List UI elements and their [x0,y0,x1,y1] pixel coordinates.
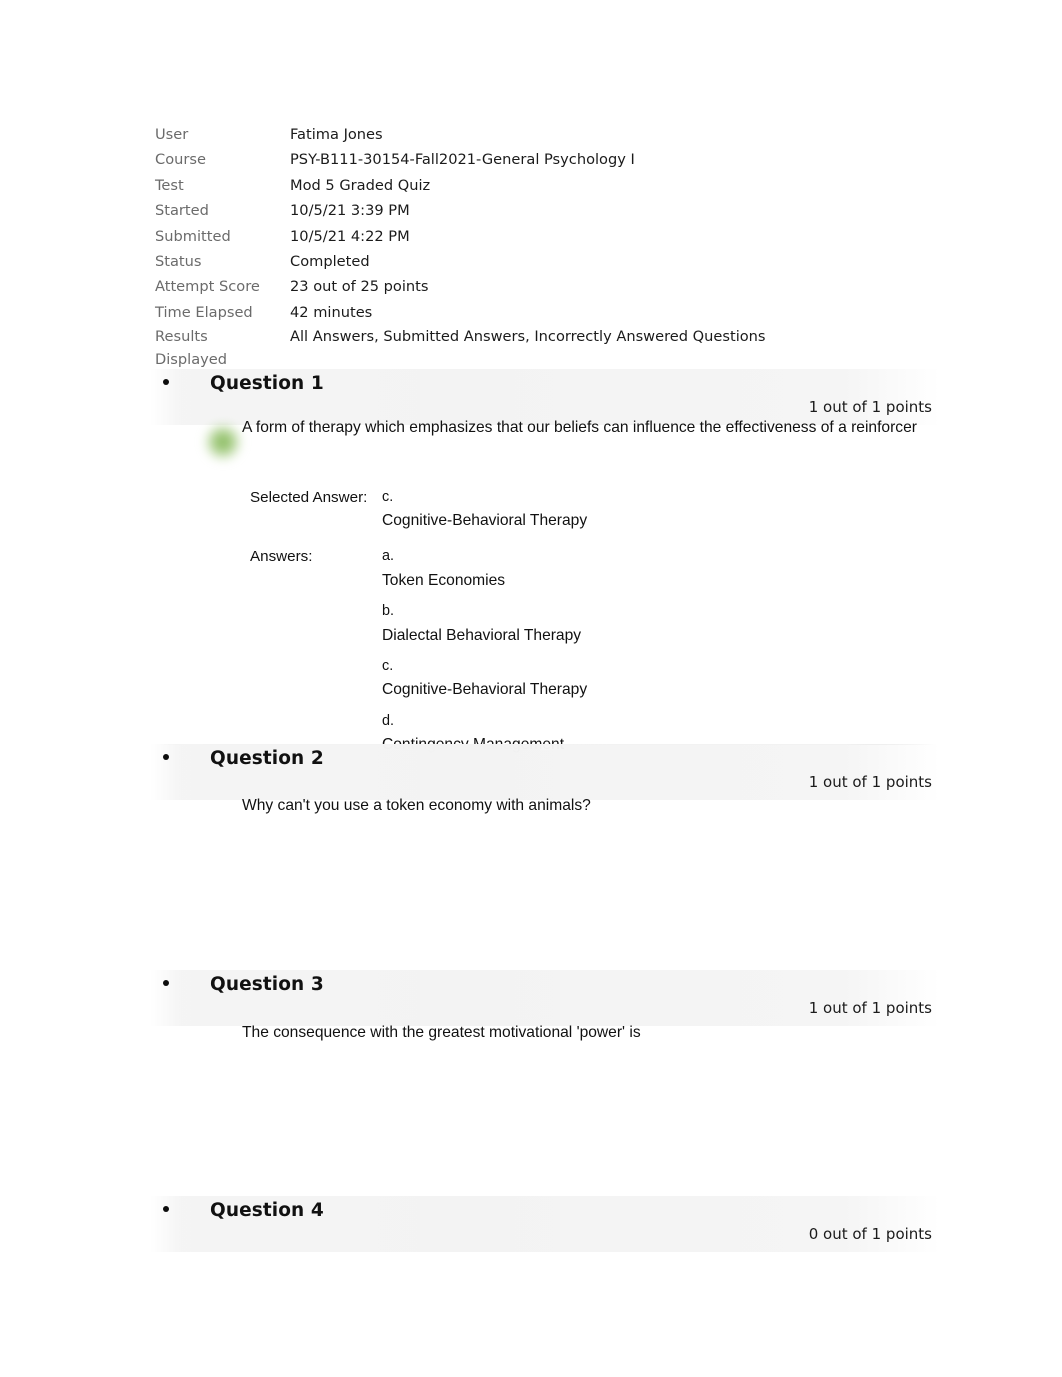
summary-label-time-elapsed: Time Elapsed [155,303,253,321]
question-title-4: Question 4 [210,1200,324,1221]
selected-answer-row: Selected Answer: c. Cognitive-Behavioral… [250,486,940,532]
question-title-1: Question 1 [210,373,324,394]
answers-label: Answers: [250,548,313,566]
summary-label-status: Status [155,253,202,271]
summary-value-started: 10/5/21 3:39 PM [290,202,410,220]
summary-label-course: Course [155,151,206,169]
question-block-3: Question 3 1 out of 1 points The consequ… [0,970,1062,1041]
answer-option: a. Token Economies [382,545,940,591]
question-header-4: Question 4 0 out of 1 points [0,1196,1062,1252]
quiz-review-page: User Fatima Jones Course PSY-B111-30154-… [0,0,1062,1377]
summary-row: Started 10/5/21 3:39 PM [155,198,945,223]
selected-answer-text: Cognitive-Behavioral Therapy [382,512,588,530]
summary-value-time-elapsed: 42 minutes [290,303,373,321]
summary-row: Attempt Score 23 out of 25 points [155,274,945,299]
question-bullet-icon [163,379,169,385]
summary-row: Submitted 10/5/21 4:22 PM [155,224,945,249]
selected-answer-value: c. Cognitive-Behavioral Therapy [382,486,940,532]
summary-value-user: Fatima Jones [290,126,383,143]
answer-option-letter: a. [382,548,395,565]
answer-option-text: Dialectal Behavioral Therapy [382,626,582,644]
summary-value-test: Mod 5 Graded Quiz [290,176,431,194]
question-block-2: Question 2 1 out of 1 points Why can't y… [0,744,1062,814]
summary-row: Time Elapsed 42 minutes [155,300,945,325]
answer-option-text: Token Economies [382,571,506,589]
summary-label-submitted: Submitted [155,227,231,245]
question-points-4: 0 out of 1 points [808,1225,932,1243]
summary-value-course: PSY-B111-30154-Fall2021-General Psycholo… [290,151,635,169]
question-1-answers: Selected Answer: c. Cognitive-Behavioral… [250,486,940,757]
question-points-2: 1 out of 1 points [808,773,932,791]
question-title-2: Question 2 [210,748,324,769]
answer-option-letter: b. [382,603,395,620]
question-block-4: Question 4 0 out of 1 points [0,1196,1062,1252]
answers-list-row: Answers: a. Token Economies b. Dialectal… [250,545,940,756]
summary-label-started: Started [155,202,209,220]
question-bullet-icon [163,754,169,760]
attempt-summary-table: User Fatima Jones Course PSY-B111-30154-… [155,122,945,371]
summary-label-user: User [155,126,189,143]
question-points-1: 1 out of 1 points [808,398,932,416]
answer-option-letter: d. [382,713,395,730]
answers-options-list: a. Token Economies b. Dialectal Behavior… [382,545,940,756]
summary-row: Status Completed [155,249,945,274]
question-text-2: Why can't you use a token economy with a… [242,797,591,814]
summary-label-attempt-score: Attempt Score [155,278,260,296]
summary-value-attempt-score: 23 out of 25 points [290,278,429,296]
summary-row: User Fatima Jones [155,122,945,147]
question-text-1: A form of therapy which emphasizes that … [242,419,917,436]
selected-answer-letter: c. [382,489,394,505]
answer-option: b. Dialectal Behavioral Therapy [382,600,940,646]
summary-row: Course PSY-B111-30154-Fall2021-General P… [155,147,945,172]
question-bullet-icon [163,980,169,986]
question-block-1: Question 1 1 out of 1 points A form of t… [0,369,1062,436]
summary-label-test: Test [155,176,184,194]
question-title-3: Question 3 [210,974,324,995]
summary-value-submitted: 10/5/21 4:22 PM [290,227,410,245]
question-bullet-icon [163,1206,169,1212]
summary-label-results-displayed: Results Displayed [155,328,228,369]
answer-option-text: Cognitive-Behavioral Therapy [382,681,588,699]
answer-option: c. Cognitive-Behavioral Therapy [382,655,940,701]
question-points-3: 1 out of 1 points [808,999,932,1017]
summary-row: Test Mod 5 Graded Quiz [155,173,945,198]
question-text-3: The consequence with the greatest motiva… [242,1024,641,1041]
question-header-2: Question 2 1 out of 1 points [0,744,1062,800]
answer-option-letter: c. [382,658,394,675]
summary-row: Results Displayed All Answers, Submitted… [155,325,945,371]
correct-answer-indicator-icon [205,424,241,460]
selected-answer-label: Selected Answer: [250,489,368,506]
question-header-3: Question 3 1 out of 1 points [0,970,1062,1026]
summary-value-status: Completed [290,253,370,271]
summary-value-results-displayed: All Answers, Submitted Answers, Incorrec… [290,328,766,346]
